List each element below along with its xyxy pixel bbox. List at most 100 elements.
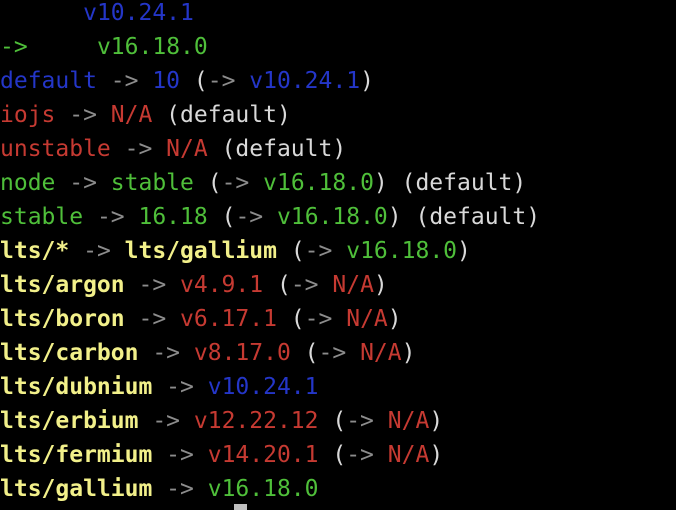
terminal-line: node -> stable (-> v16.18.0) (default): [0, 166, 526, 200]
terminal-text-segment: v16.18.0: [277, 204, 388, 230]
terminal-text-segment: ->: [346, 408, 374, 434]
terminal-text-segment: N/A: [166, 136, 208, 162]
terminal-text-segment: ->: [152, 476, 208, 502]
terminal-text-segment: ->: [304, 306, 333, 332]
terminal-text-segment: ): [360, 68, 374, 94]
terminal-line: v10.24.1: [0, 0, 194, 30]
terminal-text-segment: v16.18.0: [207, 476, 319, 502]
terminal-text-segment: ): [401, 340, 416, 366]
terminal-text-segment: ->: [69, 238, 125, 264]
terminal-text-segment: (default): [207, 136, 347, 162]
terminal-line: lts/fermium -> v14.20.1 (-> N/A): [0, 438, 443, 472]
terminal-text-segment: N/A: [110, 102, 153, 128]
terminal-text-segment: 16.18: [138, 204, 208, 230]
terminal-text-segment: v10.24.1: [249, 68, 361, 94]
terminal-text-segment: ->: [138, 408, 194, 434]
terminal-line: lts/dubnium -> v10.24.1: [0, 370, 319, 404]
terminal-text-segment: ): [429, 442, 444, 468]
terminal-text-segment: ->: [235, 204, 264, 230]
terminal-text-segment: iojs: [0, 102, 56, 128]
terminal-text-segment: stable: [0, 204, 84, 230]
terminal-line: lts/argon -> v4.9.1 (-> N/A): [0, 268, 388, 302]
terminal-line: lts/erbium -> v12.22.12 (-> N/A): [0, 404, 443, 438]
terminal-line: lts/carbon -> v8.17.0 (-> N/A): [0, 336, 415, 370]
terminal-text-segment: v16.18.0: [96, 34, 208, 60]
terminal-line: unstable -> N/A (default): [0, 132, 346, 166]
terminal-text-segment: ->: [124, 306, 181, 332]
terminal-text-segment: ->: [304, 238, 333, 264]
terminal-text-segment: (: [207, 204, 236, 230]
terminal-line: lts/* -> lts/gallium (-> v16.18.0): [0, 234, 471, 268]
terminal-text-segment: v6.17.1: [180, 306, 277, 332]
terminal-text-segment: lts/gallium: [124, 238, 277, 264]
terminal-text-segment: lts/boron: [0, 306, 125, 332]
terminal-text-segment: ->: [138, 340, 194, 366]
terminal-line: lts/gallium -> v16.18.0: [0, 472, 319, 506]
terminal-output: v10.24.1 -> v16.18.0 default -> 10 (-> v10…: [0, 0, 676, 510]
terminal-line: iojs -> N/A (default): [0, 98, 291, 132]
terminal-line: lts/boron -> v6.17.1 (-> N/A): [0, 302, 402, 336]
terminal-text-segment: v10.24.1: [207, 374, 319, 400]
terminal-text-segment: v8.17.0: [193, 340, 291, 366]
terminal-text-segment: ->: [110, 136, 167, 162]
terminal-text-segment: (: [318, 408, 347, 434]
terminal-text-segment: v10.24.1: [83, 0, 194, 26]
terminal-text-segment: 10: [152, 68, 181, 94]
terminal-text-segment: ): [387, 306, 402, 332]
terminal-text-segment: N/A: [360, 340, 402, 366]
terminal-text-segment: (default): [152, 102, 291, 128]
terminal-text-segment: ) (default): [373, 170, 527, 196]
terminal-text-segment: N/A: [332, 272, 374, 298]
terminal-text-segment: ): [373, 272, 388, 298]
terminal-text-segment: ->: [290, 272, 319, 298]
terminal-text-segment: ->: [0, 34, 28, 60]
terminal-text-segment: ->: [83, 204, 139, 230]
terminal-text-segment: v4.9.1: [180, 272, 264, 298]
terminal-text-segment: ->: [124, 272, 181, 298]
terminal-text-segment: ->: [318, 340, 347, 366]
terminal-text-segment: lts/fermium: [0, 442, 153, 468]
terminal-text-segment: unstable: [0, 136, 111, 162]
terminal-text-segment: lts/carbon: [0, 340, 139, 366]
terminal-text-segment: (: [263, 272, 291, 298]
terminal-text-segment: N/A: [387, 442, 430, 468]
terminal-text-segment: ) (default): [387, 204, 541, 230]
terminal-text-segment: v16.18.0: [346, 238, 458, 264]
terminal-text-segment: lts/dubnium: [0, 374, 153, 400]
terminal-text-segment: ->: [152, 442, 208, 468]
terminal-text-segment: ->: [346, 442, 374, 468]
terminal-text-segment: v16.18.0: [263, 170, 374, 196]
terminal-text-segment: (: [290, 340, 319, 366]
terminal-text-segment: stable: [110, 170, 194, 196]
text-cursor: [234, 504, 247, 510]
terminal-text-segment: lts/erbium: [0, 408, 139, 434]
terminal-text-segment: ->: [207, 68, 236, 94]
terminal-text-segment: (: [180, 68, 208, 94]
terminal-text-segment: lts/*: [0, 238, 70, 264]
terminal-text-segment: lts/argon: [0, 272, 125, 298]
terminal-text-segment: ->: [55, 102, 111, 128]
terminal-text-segment: (: [276, 238, 305, 264]
terminal-text-segment: (: [193, 170, 222, 196]
terminal-text-segment: ): [457, 238, 471, 264]
terminal-text-segment: ->: [221, 170, 250, 196]
terminal-text-segment: default: [0, 68, 97, 94]
terminal-text-segment: N/A: [346, 306, 388, 332]
terminal-line: default -> 10 (-> v10.24.1): [0, 64, 374, 98]
terminal-text-segment: v12.22.12: [193, 408, 319, 434]
terminal-text-segment: ->: [55, 170, 111, 196]
terminal-text-segment: N/A: [387, 408, 430, 434]
terminal-text-segment: ->: [96, 68, 153, 94]
terminal-text-segment: (: [276, 306, 305, 332]
terminal-line: -> v16.18.0: [0, 30, 208, 64]
terminal-text-segment: node: [0, 170, 56, 196]
